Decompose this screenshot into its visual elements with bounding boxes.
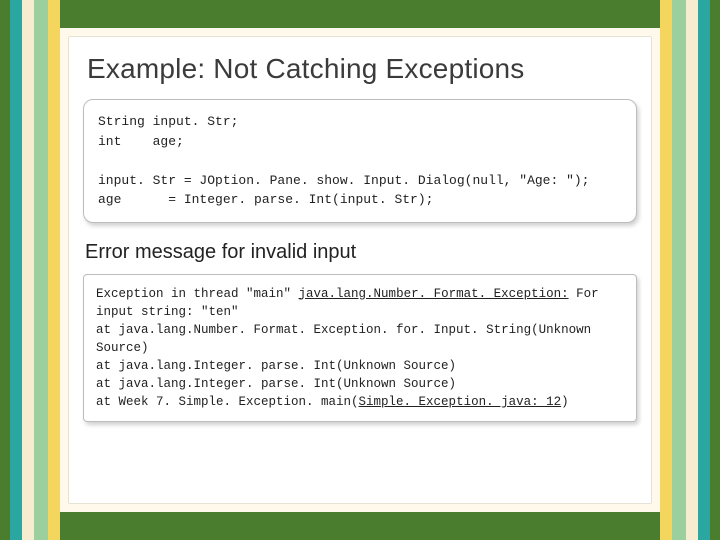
border-bottom	[0, 512, 720, 540]
slide-frame: Example: Not Catching Exceptions String …	[0, 0, 720, 540]
err-text: at java.lang.Integer. parse. Int(Unknown…	[96, 377, 456, 391]
err-text: at Week 7. Simple. Exception. main(	[96, 395, 359, 409]
code-line: String input. Str;	[98, 114, 238, 129]
error-panel: Exception in thread "main" java.lang.Num…	[83, 274, 637, 423]
error-heading: Error message for invalid input	[85, 241, 637, 264]
slide-content: Example: Not Catching Exceptions String …	[68, 36, 652, 504]
err-text: Exception in thread "main"	[96, 287, 299, 301]
err-text: at java.lang.Integer. parse. Int(Unknown…	[96, 359, 456, 373]
border-left	[0, 0, 60, 540]
err-text: at java.lang.Number. Format. Exception. …	[96, 323, 599, 355]
border-right	[660, 0, 720, 540]
code-line: age = Integer. parse. Int(input. Str);	[98, 192, 433, 207]
slide-title: Example: Not Catching Exceptions	[87, 53, 637, 85]
err-text: )	[561, 395, 569, 409]
code-block: String input. Str; int age; input. Str =…	[98, 112, 622, 210]
err-exception-class: java.lang.Number. Format. Exception:	[299, 287, 569, 301]
err-text: input string: "ten"	[96, 305, 239, 319]
err-text: For	[569, 287, 599, 301]
error-output: Exception in thread "main" java.lang.Num…	[96, 285, 624, 412]
border-top	[0, 0, 720, 28]
code-line: input. Str = JOption. Pane. show. Input.…	[98, 173, 589, 188]
code-panel: String input. Str; int age; input. Str =…	[83, 99, 637, 223]
err-source-link: Simple. Exception. java: 12	[359, 395, 562, 409]
code-line: int age;	[98, 134, 184, 149]
